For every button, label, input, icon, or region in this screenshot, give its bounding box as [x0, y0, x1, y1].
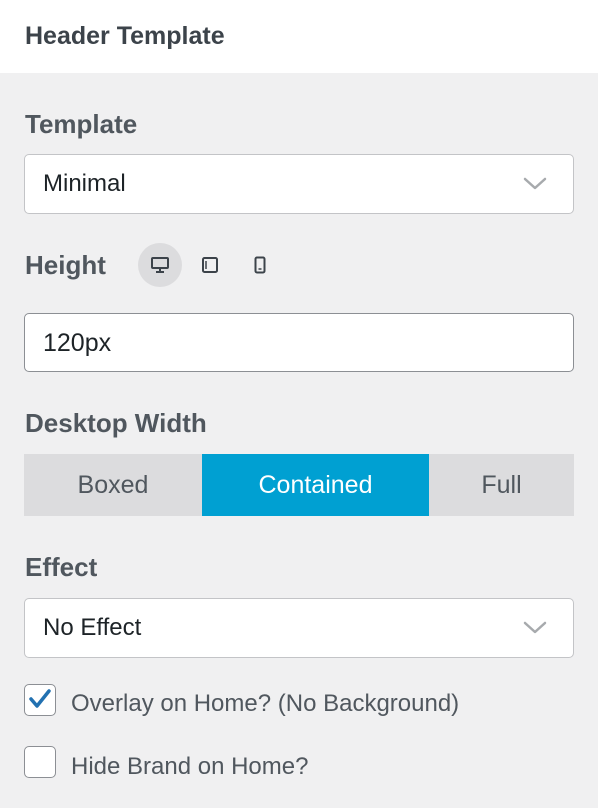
- effect-select[interactable]: No Effect: [24, 598, 574, 658]
- checkmark-icon: [29, 689, 51, 708]
- desktop-width-label: Desktop Width: [25, 408, 207, 438]
- device-tablet-button[interactable]: [188, 243, 232, 287]
- panel-header: Header Template: [0, 0, 598, 73]
- overlay-on-home-label[interactable]: Overlay on Home? (No Background): [71, 690, 459, 718]
- template-select[interactable]: Minimal: [24, 154, 574, 214]
- width-option-contained[interactable]: Contained: [202, 454, 429, 516]
- height-input-value: 120px: [43, 329, 112, 357]
- height-input[interactable]: 120px: [24, 313, 574, 372]
- device-desktop-button[interactable]: [138, 243, 182, 287]
- template-select-value: Minimal: [43, 170, 126, 197]
- chevron-down-icon: [523, 621, 547, 634]
- panel-title: Header Template: [25, 22, 225, 50]
- width-option-full[interactable]: Full: [429, 454, 574, 516]
- overlay-on-home-checkbox[interactable]: [24, 684, 56, 716]
- device-mobile-button[interactable]: [238, 243, 282, 287]
- template-label: Template: [25, 109, 138, 139]
- chevron-down-icon: [523, 177, 547, 190]
- tablet-icon: [202, 257, 218, 273]
- desktop-width-segmented-control: Boxed Contained Full: [24, 454, 574, 516]
- desktop-icon: [151, 257, 169, 273]
- effect-label: Effect: [25, 552, 98, 582]
- hide-brand-on-home-checkbox[interactable]: [24, 746, 56, 778]
- hide-brand-on-home-label[interactable]: Hide Brand on Home?: [71, 753, 308, 781]
- effect-select-value: No Effect: [43, 614, 142, 641]
- height-label: Height: [25, 250, 106, 280]
- width-option-boxed[interactable]: Boxed: [24, 454, 202, 516]
- mobile-icon: [254, 256, 266, 274]
